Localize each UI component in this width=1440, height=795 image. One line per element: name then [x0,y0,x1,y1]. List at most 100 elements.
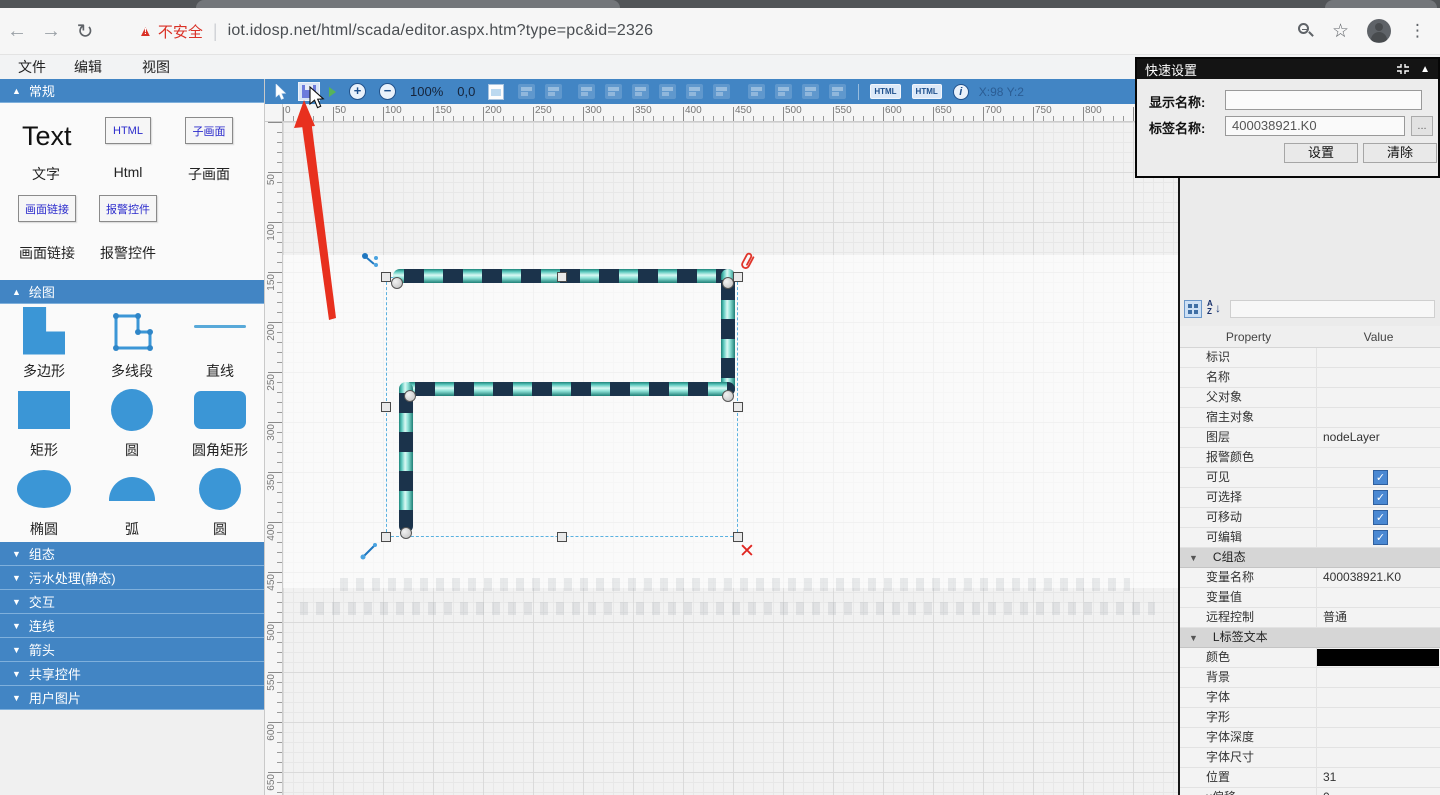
zoom-out-page-icon[interactable] [1298,23,1314,39]
select-tool-icon[interactable] [274,84,288,100]
pipe-joint[interactable] [404,390,416,402]
reload-icon[interactable]: ↻ [68,19,102,44]
property-value[interactable] [1317,388,1440,407]
selection-handle[interactable] [733,272,743,282]
browse-tags-button[interactable]: ... [1411,116,1433,136]
clear-button[interactable]: 清除 [1363,143,1437,163]
property-row[interactable]: 字体 [1180,688,1440,708]
color-swatch[interactable] [1317,649,1439,666]
save-button[interactable] [298,82,320,101]
display-name-input[interactable] [1225,90,1422,110]
property-value[interactable] [1317,708,1440,727]
browser-tab[interactable] [1325,0,1437,8]
property-value[interactable] [1317,408,1440,427]
sidebar-section-config[interactable]: ▼组态 [0,542,264,566]
menu-edit[interactable]: 编辑 [74,57,102,77]
sidebar-section-general[interactable]: ▲ 常规 [0,79,264,103]
sidebar-section-interaction[interactable]: ▼交互 [0,590,264,614]
pipe-joint[interactable] [391,277,403,289]
collapse-panel-icon[interactable]: ▲ [1420,64,1430,75]
selection-handle[interactable] [733,402,743,412]
property-value[interactable]: 0 [1317,788,1440,795]
property-row[interactable]: 父对象 [1180,388,1440,408]
property-row[interactable]: 背景 [1180,668,1440,688]
canvas-settings-icon[interactable] [488,84,504,100]
property-value[interactable]: nodeLayer [1317,428,1440,447]
categorized-view-icon[interactable] [1184,300,1202,318]
property-row[interactable]: 可编辑✓ [1180,528,1440,548]
property-value[interactable]: ✓ [1317,468,1440,487]
zoom-in-button[interactable]: + [349,83,366,100]
palette-item-ellipse[interactable]: 椭圆 [0,464,88,543]
html-source-button[interactable]: HTML [912,84,942,99]
address-bar[interactable]: iot.idosp.net/html/scada/editor.aspx.htm… [228,22,654,40]
selection-handle[interactable] [557,532,567,542]
pipe-segment-left[interactable] [399,382,413,533]
forward-icon[interactable]: → [34,20,68,43]
pipe-segment-middle[interactable] [404,382,735,396]
property-row[interactable]: x偏移0 [1180,788,1440,795]
palette-item-polygon[interactable]: 多边形 [0,306,88,385]
property-row[interactable]: 图层nodeLayer [1180,428,1440,448]
run-button[interactable] [329,87,336,97]
html-view-button[interactable]: HTML [870,84,900,99]
profile-avatar[interactable] [1367,19,1391,43]
property-row[interactable]: 变量值 [1180,588,1440,608]
property-value[interactable] [1317,448,1440,467]
checkbox-checked[interactable]: ✓ [1373,490,1388,505]
property-row[interactable]: 可选择✓ [1180,488,1440,508]
sidebar-section-sewage-static[interactable]: ▼污水处理(静态) [0,566,264,590]
sidebar-section-connection[interactable]: ▼连线 [0,614,264,638]
browser-menu-icon[interactable]: ⋮ [1409,21,1426,41]
pipe-joint[interactable] [400,527,412,539]
pipe-joint[interactable] [722,390,734,402]
property-value[interactable] [1317,348,1440,367]
sort-alphabetical-icon[interactable]: AZ↓ [1206,300,1226,318]
property-row[interactable]: 字体深度 [1180,728,1440,748]
property-value[interactable] [1317,688,1440,707]
design-canvas[interactable]: ✕ [283,122,1178,795]
property-row[interactable]: 可见✓ [1180,468,1440,488]
palette-item-html[interactable]: HTML [105,117,151,144]
palette-item-subscreen[interactable]: 子画面 [185,117,233,144]
palette-item-line[interactable]: 直线 [176,306,264,385]
palette-item-arc[interactable]: 弧 [88,464,176,543]
property-group-C组态[interactable]: ▼C组态 [1180,548,1440,568]
property-search-bar[interactable] [1230,300,1435,318]
tag-name-input[interactable]: 400038921.K0 [1225,116,1405,136]
palette-item-alarm[interactable]: 报警控件 [99,195,157,222]
security-badge[interactable]: ▲! 不安全 [138,21,203,42]
property-row[interactable]: 名称 [1180,368,1440,388]
sidebar-section-shared-controls[interactable]: ▼共享控件 [0,662,264,686]
edit-vertices-icon[interactable] [361,252,381,270]
selection-handle[interactable] [381,272,391,282]
sidebar-section-user-images[interactable]: ▼用户图片 [0,686,264,710]
property-row[interactable]: 变量名称400038921.K0 [1180,568,1440,588]
palette-item-polyline[interactable]: 多线段 [88,306,176,385]
property-value[interactable]: ✓ [1317,528,1440,547]
property-group-L标签文本[interactable]: ▼L标签文本 [1180,628,1440,648]
set-button[interactable]: 设置 [1284,143,1358,163]
browser-tab[interactable] [196,0,620,8]
property-value[interactable] [1317,588,1440,607]
menu-view[interactable]: 视图 [142,57,170,77]
checkbox-checked[interactable]: ✓ [1373,510,1388,525]
palette-item-rect[interactable]: 矩形 [0,385,88,464]
dock-panel-icon[interactable] [1396,63,1410,75]
palette-item-circle[interactable]: 圆 [176,464,264,543]
line-tool-icon[interactable] [360,542,378,560]
property-value[interactable]: ✓ [1317,508,1440,527]
checkbox-checked[interactable]: ✓ [1373,470,1388,485]
quick-settings-header[interactable]: 快速设置 ▲ [1137,59,1438,79]
sidebar-section-arrow[interactable]: ▼箭头 [0,638,264,662]
info-icon[interactable]: i [953,84,969,100]
property-row[interactable]: 字体尺寸 [1180,748,1440,768]
property-value[interactable]: 31 [1317,768,1440,787]
property-row[interactable]: 宿主对象 [1180,408,1440,428]
palette-item-text[interactable]: Text [22,121,72,152]
property-value[interactable]: ✓ [1317,488,1440,507]
property-row[interactable]: 远程控制普通 [1180,608,1440,628]
property-value[interactable] [1317,668,1440,687]
property-value[interactable] [1317,648,1440,667]
delete-icon[interactable]: ✕ [739,542,755,561]
